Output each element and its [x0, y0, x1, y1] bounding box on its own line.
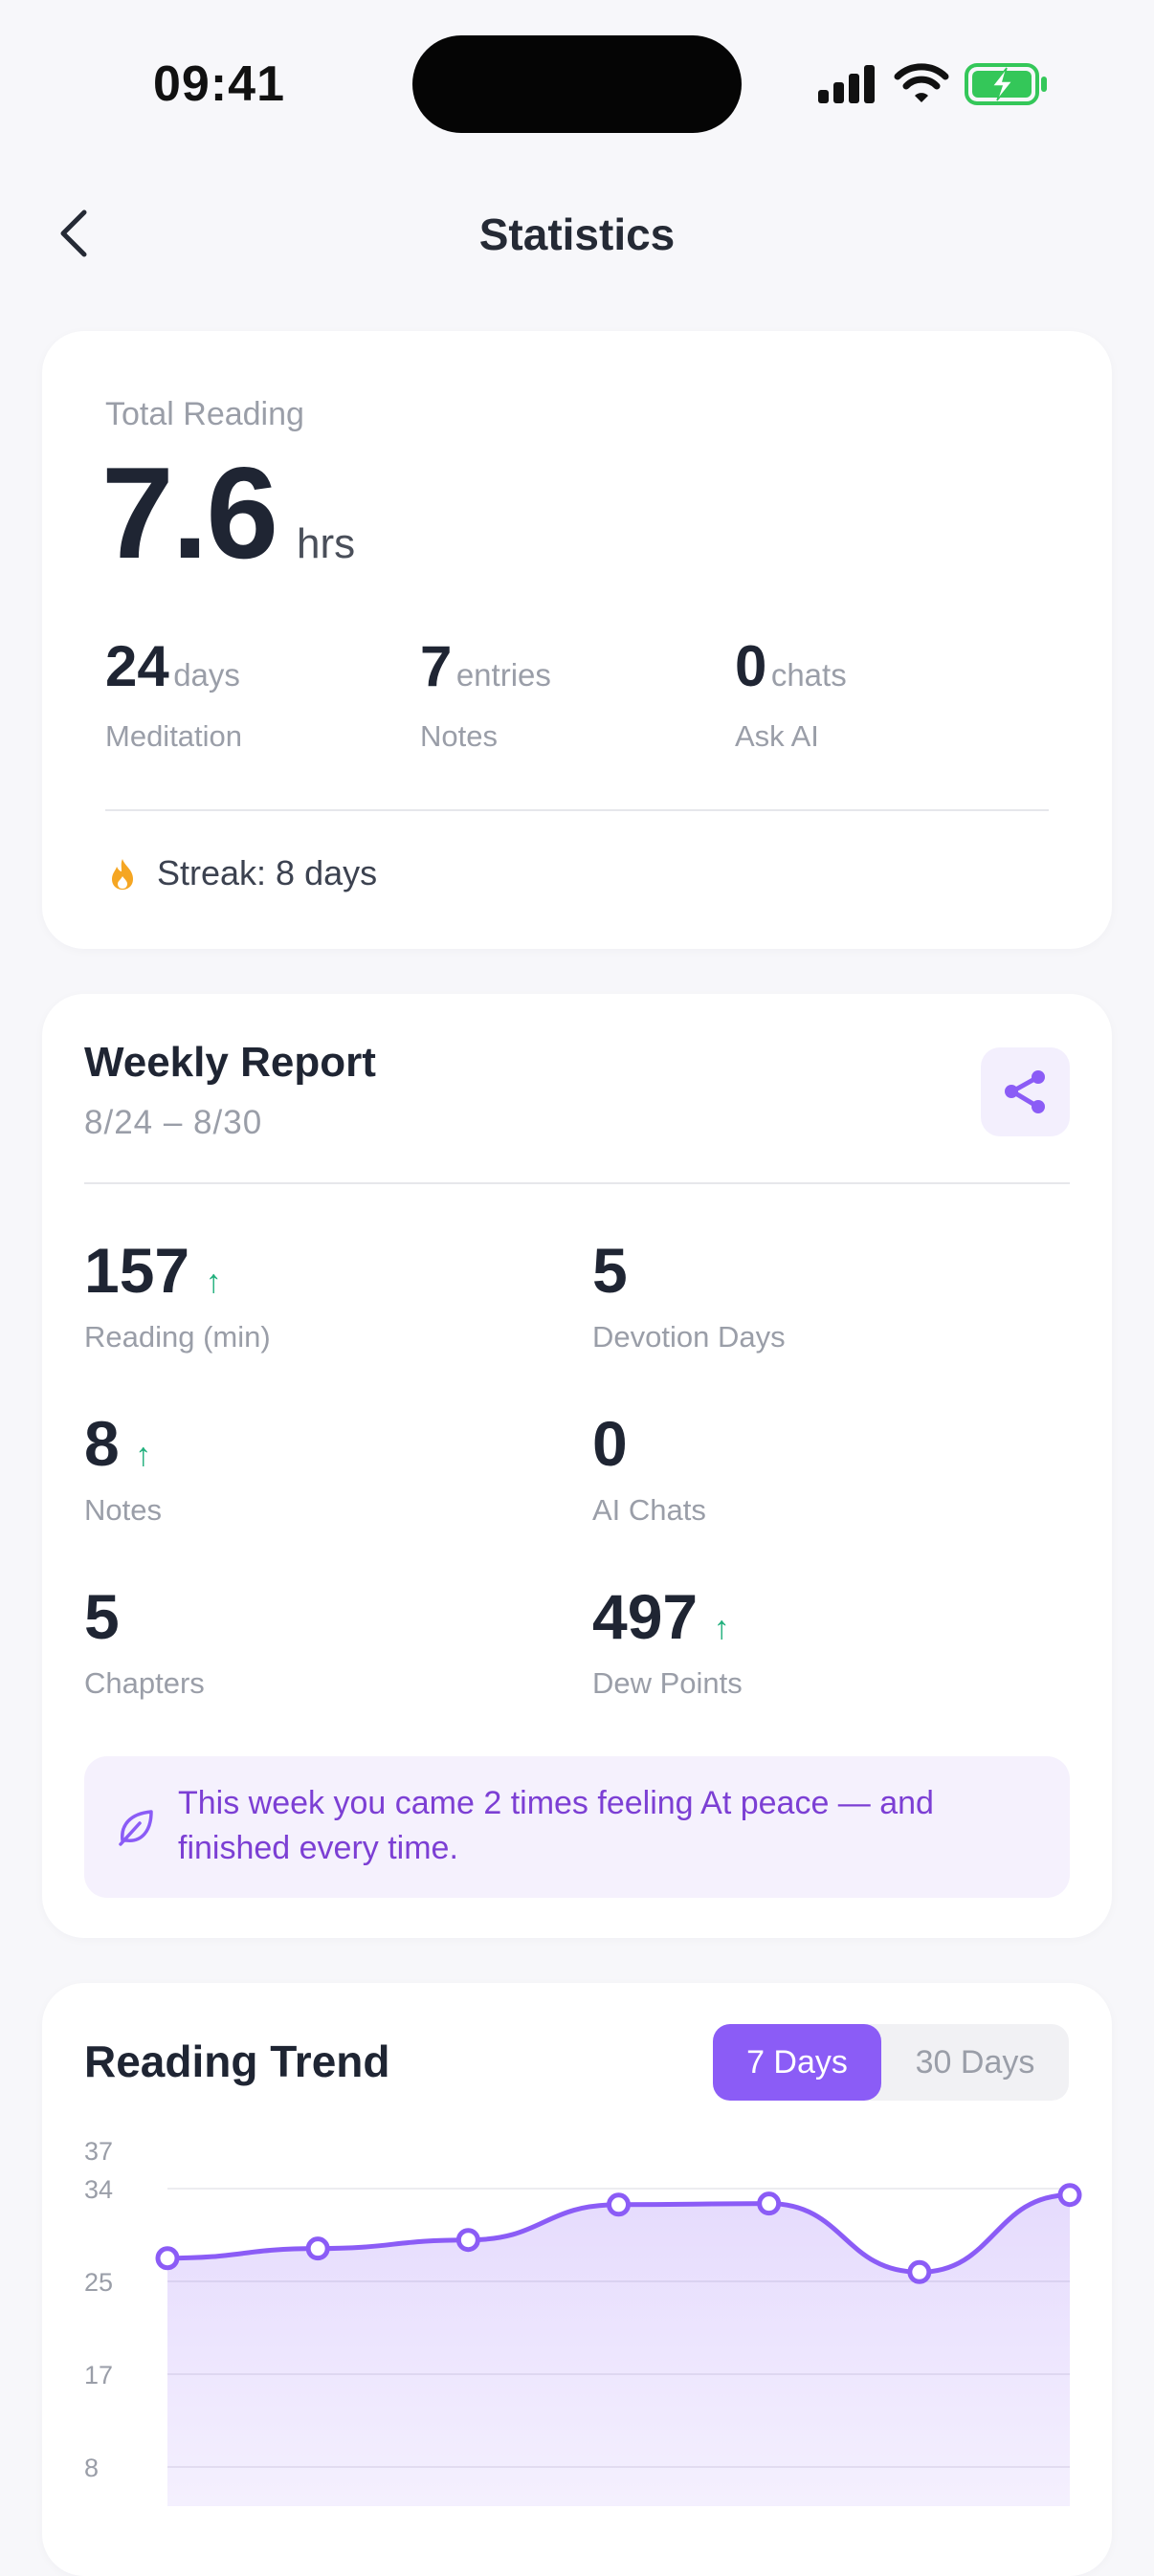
trend-point [155, 2246, 180, 2271]
reading-trend-chart [155, 2183, 1082, 2506]
trend-point [305, 2236, 330, 2261]
trend-point [455, 2228, 480, 2253]
trend-point [607, 2192, 631, 2217]
trend-point [907, 2259, 932, 2284]
trend-point [757, 2191, 782, 2216]
trend-point [1057, 2183, 1082, 2208]
trend-area [167, 2194, 1070, 2506]
